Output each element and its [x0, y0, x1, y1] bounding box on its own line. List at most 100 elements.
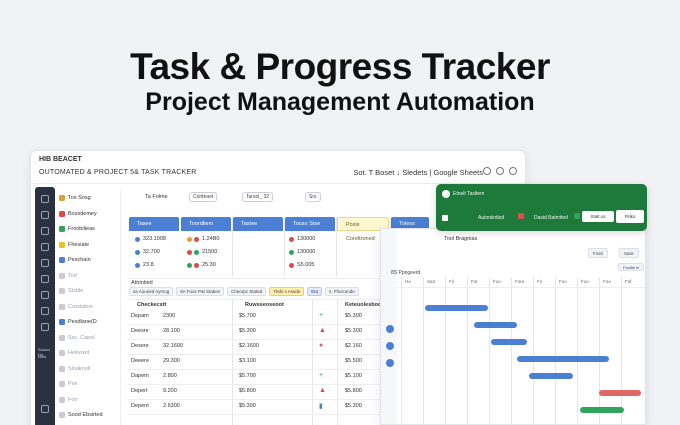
sidebar-item[interactable]: Sood Ebsirted: [59, 410, 103, 420]
sidebar-item[interactable]: Stsble: [59, 286, 83, 296]
people-cell: 32.700: [135, 249, 160, 255]
progress-button[interactable]: Sare: [619, 248, 639, 258]
sidebar-item-label: Pesdlane(D: [68, 319, 97, 325]
gantt-marker-icon[interactable]: [386, 325, 394, 333]
gantt-marker-icon[interactable]: [386, 359, 394, 367]
gantt-bar[interactable]: [425, 305, 489, 311]
chart-icon[interactable]: [41, 275, 49, 283]
gantt-column-header: Fil: [449, 279, 454, 284]
sidebar-item-label: Ssc. Capel: [68, 334, 95, 341]
sidebar-item[interactable]: Bossdemey: [59, 209, 97, 219]
table-cell: 2.800: [163, 373, 177, 379]
gantt-bar[interactable]: [490, 339, 527, 345]
filter-chip[interactable]: Conteaot: [189, 192, 218, 202]
status-button[interactable]: Stalt.os: [582, 211, 614, 222]
user-icon[interactable]: [509, 167, 517, 175]
table-header[interactable]: Keteuolesbook: [345, 302, 384, 308]
users-icon[interactable]: [41, 291, 49, 299]
nav-bullet-icon: [59, 350, 65, 356]
sidebar-item[interactable]: Coxdatioe: [59, 302, 93, 312]
filter-tag[interactable]: Eta: [307, 287, 323, 296]
table-header[interactable]: Ruwsseoseoot: [245, 302, 284, 308]
sidebar-item[interactable]: Ssc. Capel: [59, 333, 95, 343]
sidebar-item-label: Peschain: [68, 257, 91, 263]
nav-bullet-icon: [59, 288, 65, 294]
filter-tag[interactable]: Tbds s Assde: [269, 287, 305, 296]
column-header[interactable]: Toordtiem: [181, 217, 231, 231]
filter-tag[interactable]: sa Aouned Ayrsog: [129, 287, 174, 296]
filter-chip[interactable]: Srs: [305, 192, 321, 202]
clock-icon[interactable]: [41, 243, 49, 251]
table-header[interactable]: Checkecstt: [137, 302, 166, 308]
progress-button[interactable]: Foolite hi: [618, 263, 645, 271]
status-icon: ▲: [319, 387, 326, 394]
sidebar-item[interactable]: Pse: [59, 379, 77, 389]
sidebar-item[interactable]: Fhesiate: [59, 240, 89, 250]
tag-icon[interactable]: [41, 307, 49, 315]
filter-tag[interactable]: 8A Foos Pat Stabes: [176, 287, 224, 296]
gantt-column-header: Fore: [515, 279, 525, 284]
people-value: 130000: [297, 236, 316, 242]
gantt-bar[interactable]: [473, 322, 518, 328]
filter-tag[interactable]: Cheorpc Stated: [226, 287, 267, 296]
gantt-bar[interactable]: [599, 390, 641, 396]
grid-icon[interactable]: [41, 227, 49, 235]
table-cell: $5.300: [345, 403, 362, 409]
table-cell: $5.300: [239, 403, 256, 409]
gantt-bar[interactable]: [529, 373, 573, 379]
gantt-bar[interactable]: [580, 407, 624, 413]
nav-bullet-icon: [59, 226, 65, 232]
sidebar-item[interactable]: Pesdlane(D: [59, 317, 97, 327]
sidebar-item[interactable]: Tos Sosg: [59, 193, 91, 203]
people-cell: S5.005: [289, 262, 314, 268]
sidebar-item[interactable]: Froobilieas: [59, 224, 95, 234]
gantt-bar[interactable]: [517, 356, 610, 362]
menu-icon[interactable]: [41, 195, 49, 203]
status-icon: +: [319, 372, 324, 379]
row-divider: [127, 399, 417, 400]
people-value: 23.8: [143, 262, 154, 268]
divider: [337, 299, 338, 425]
home-icon[interactable]: [41, 211, 49, 219]
table-cell: $5.700: [239, 373, 256, 379]
checkbox-icon[interactable]: [442, 215, 448, 221]
column-header[interactable]: Tasee: [129, 217, 179, 231]
table-cell: $5.300: [345, 313, 362, 319]
table-cell: $5.700: [239, 313, 256, 319]
row-divider: [127, 324, 417, 325]
sidebar-item[interactable]: Sloaknolt: [59, 364, 91, 374]
row-divider: [127, 354, 417, 355]
people-cell: 23.8: [135, 262, 154, 268]
progress-button[interactable]: Fosti: [588, 248, 608, 258]
gantt-column-header: Foo: [493, 279, 501, 284]
filter-row: sa Aouned Ayrsog 8A Foos Pat Stabes Cheorp…: [129, 287, 359, 296]
attention-label: Attrintied: [131, 280, 153, 286]
sidebar-item[interactable]: Tod: [59, 271, 77, 281]
table-cell: 32.1600: [163, 343, 183, 349]
divider: [127, 299, 417, 300]
share-icon[interactable]: [496, 167, 504, 175]
gantt-marker-icon[interactable]: [386, 342, 394, 350]
column-header[interactable]: Toozo Stse: [285, 217, 335, 231]
gantt-gridline: [621, 277, 622, 424]
sidebar-item[interactable]: Foo: [59, 395, 77, 405]
gantt-column-header: Ho: [405, 279, 411, 284]
column-header[interactable]: Tastee: [233, 217, 283, 231]
gantt-gridline: [533, 277, 534, 424]
rail-text-2: Nots: [38, 354, 47, 359]
nav-bullet-icon: [59, 319, 65, 325]
sidebar-item[interactable]: Peschain: [59, 255, 91, 265]
divider: [312, 299, 313, 425]
folder-icon[interactable]: [41, 259, 49, 267]
sidebar-item-label: Heloowd: [68, 350, 90, 356]
sidebar-item[interactable]: Heloowd: [59, 348, 89, 358]
sheets-label[interactable]: Sot. T Boset ↓ Sledets | Google Sheets: [353, 168, 483, 177]
bell-icon[interactable]: [41, 323, 49, 331]
progress-label: Tool Bragnias: [444, 236, 478, 242]
settings-icon[interactable]: [483, 167, 491, 175]
filter-tag[interactable]: s. Ffosconde: [325, 287, 359, 296]
run-button[interactable]: Fitiko: [616, 210, 644, 223]
logout-icon[interactable]: [41, 405, 49, 413]
table-cell: 2300: [163, 313, 176, 319]
filter-chip[interactable]: Tarsol_ 32: [242, 192, 274, 202]
